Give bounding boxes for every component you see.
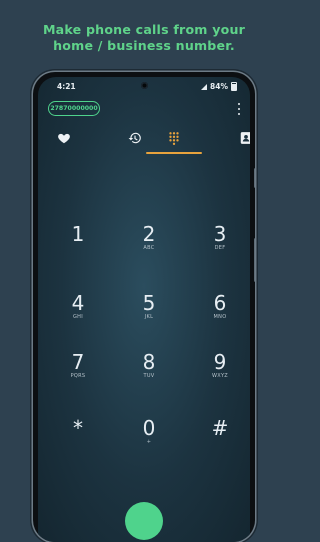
battery-icon (231, 82, 237, 91)
key-8[interactable]: 8 TUV (121, 351, 177, 380)
key-5[interactable]: 5 JKL (121, 292, 177, 321)
key-3[interactable]: 3 DEF (192, 223, 248, 252)
key-digit: * (73, 416, 83, 440)
key-hash[interactable]: # (192, 417, 248, 439)
key-letters: + (146, 439, 152, 445)
tab-recents[interactable] (115, 126, 155, 150)
key-letters: ABC (143, 245, 155, 251)
key-7[interactable]: 7 PQRS (50, 351, 106, 380)
key-0[interactable]: 0 + (121, 417, 177, 446)
tab-dialpad[interactable] (154, 126, 194, 150)
key-6[interactable]: 6 MNO (192, 292, 248, 321)
status-bar: 4:21 84% (38, 80, 250, 94)
more-options-icon[interactable] (237, 103, 241, 115)
key-4[interactable]: 4 GHI (50, 292, 106, 321)
key-letters: GHI (72, 314, 83, 320)
promo-headline-line-1: Make phone calls from your (42, 22, 246, 37)
key-letters: DEF (214, 245, 226, 251)
key-digit: 7 (71, 350, 85, 374)
active-tab-indicator (146, 152, 202, 154)
key-1[interactable]: 1 (50, 223, 106, 245)
phone-screen: 4:21 84% 27870000000 1 2 ABC 3 DEF 4 GHI… (38, 77, 250, 542)
power-button (254, 238, 255, 282)
call-button[interactable] (125, 502, 163, 540)
account-number-chip[interactable]: 27870000000 (48, 101, 100, 116)
key-2[interactable]: 2 ABC (121, 223, 177, 252)
key-letters: WXYZ (211, 373, 229, 379)
phone-frame: 4:21 84% 27870000000 1 2 ABC 3 DEF 4 GHI… (33, 72, 255, 542)
key-letters: TUV (143, 373, 155, 379)
key-digit: 5 (142, 291, 156, 315)
status-time: 4:21 (57, 82, 76, 91)
key-digit: 6 (213, 291, 227, 315)
promo-headline-line-2: home / business number. (53, 38, 235, 53)
key-star[interactable]: * (50, 417, 106, 439)
key-letters: JKL (144, 314, 154, 320)
key-9[interactable]: 9 WXYZ (192, 351, 248, 380)
history-icon (128, 132, 141, 144)
key-digit: 9 (213, 350, 227, 374)
contact-icon (240, 132, 250, 144)
signal-icon (201, 83, 208, 90)
key-digit: 2 (142, 222, 156, 246)
promo-headline: Make phone calls from your home / busine… (0, 22, 288, 54)
tab-favorites[interactable] (44, 126, 84, 150)
key-digit: 4 (71, 291, 85, 315)
key-digit: 3 (213, 222, 227, 246)
key-digit: 0 (142, 416, 156, 440)
heart-icon (58, 133, 70, 144)
status-right: 84% (201, 82, 237, 91)
tab-bar (38, 126, 250, 150)
battery-percent: 84% (210, 82, 228, 91)
tab-contacts[interactable] (226, 126, 250, 150)
dialpad-icon (169, 132, 179, 145)
key-digit: # (211, 416, 229, 440)
key-letters: PQRS (70, 373, 86, 379)
front-camera (140, 82, 148, 89)
key-letters: MNO (213, 314, 227, 320)
volume-button (254, 168, 255, 188)
key-digit: 8 (142, 350, 156, 374)
key-digit: 1 (71, 222, 85, 246)
